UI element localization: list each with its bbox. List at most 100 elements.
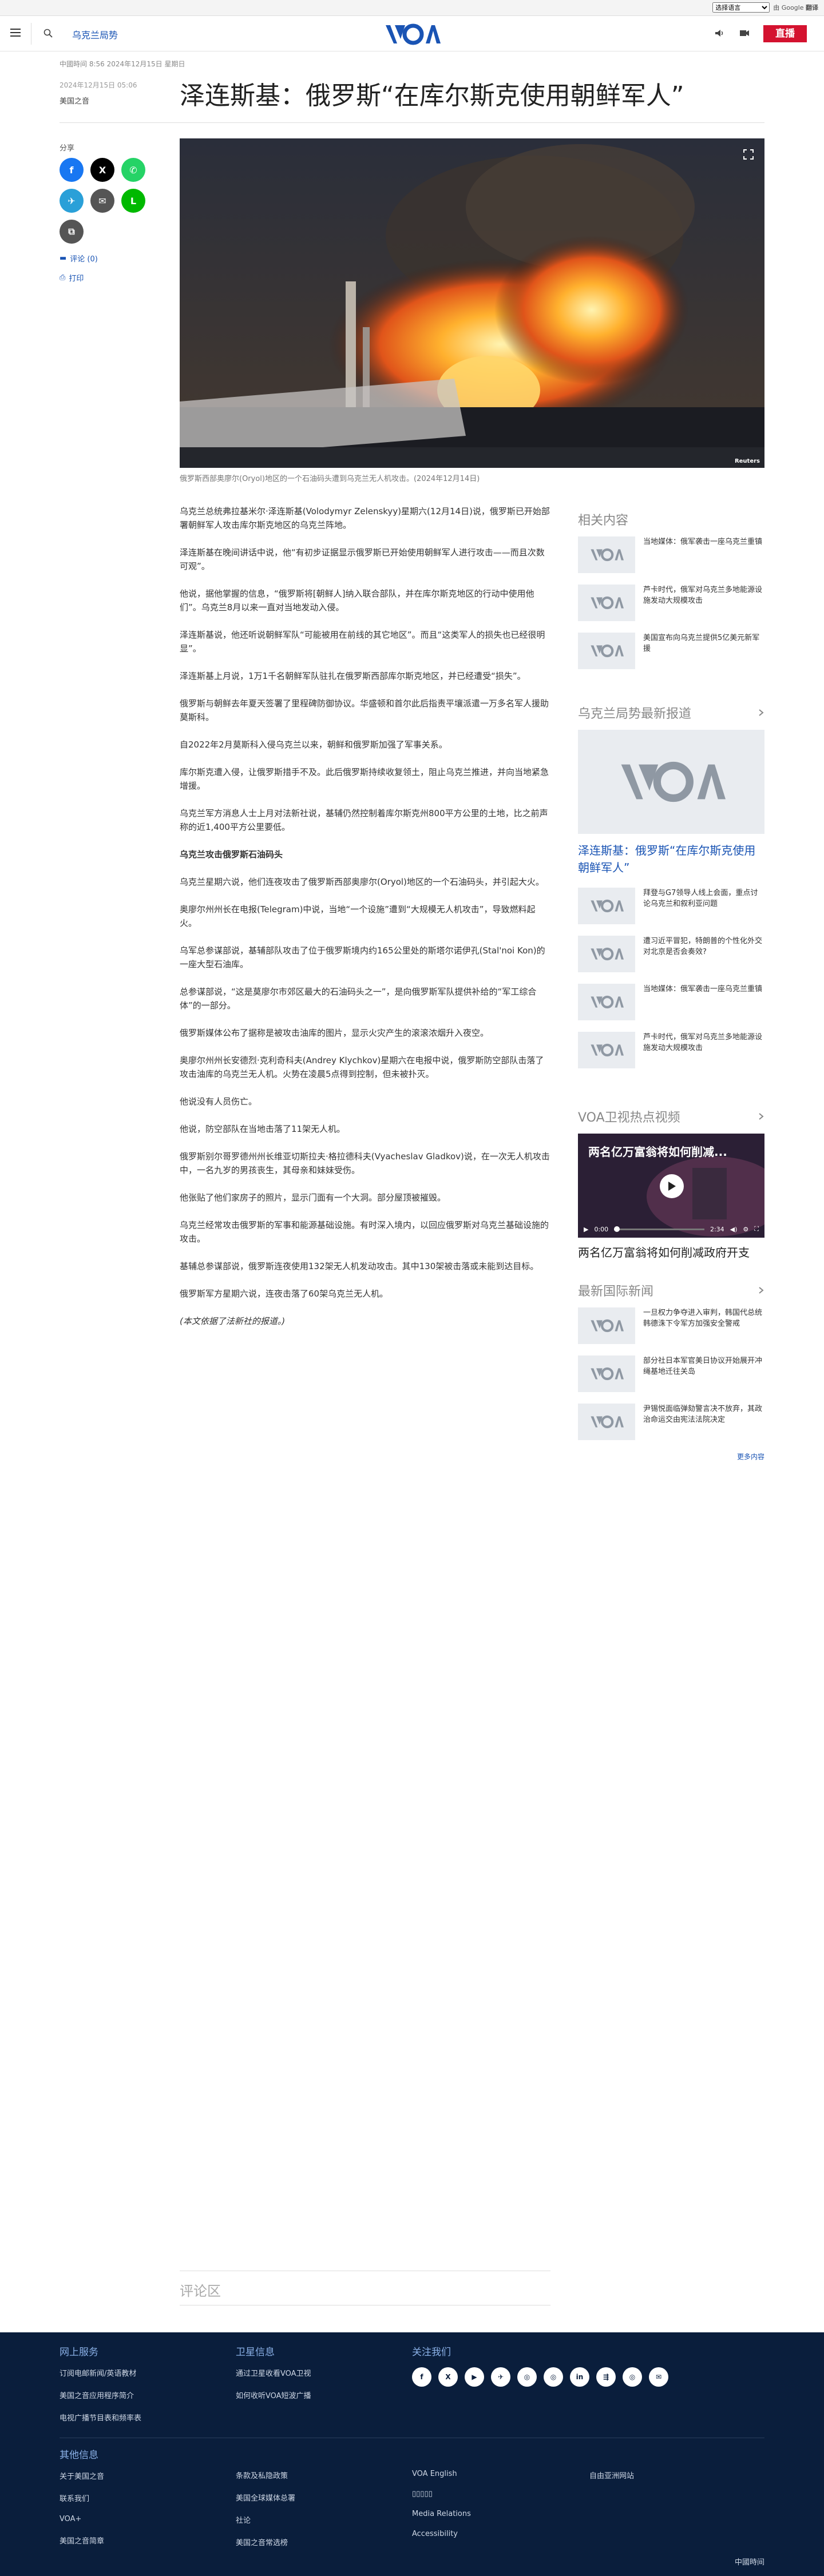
email-icon[interactable]: ✉: [649, 2367, 668, 2387]
threads-icon[interactable]: ◎: [544, 2367, 563, 2387]
footer-link[interactable]: 关于美国之音: [60, 2470, 104, 2481]
article-paragraph: 俄罗斯媒体公布了据称是被攻击油库的图片，显示火灾产生的滚滚浓烟升入夜空。: [180, 1028, 489, 1038]
related-item[interactable]: 当地媒体：俄军袭击一座乌克兰重镇: [578, 536, 764, 573]
footer-link[interactable]: 通过卫星收看VOA卫视: [236, 2367, 311, 2378]
search-icon[interactable]: [43, 29, 53, 38]
latest-item[interactable]: 芦卡时代，俄军对乌克兰多地能源设施发动大规模攻击: [578, 1032, 764, 1068]
related-content: 相关内容 当地媒体：俄军袭击一座乌克兰重镇 芦卡时代，俄军对乌克兰多地能源设施发动…: [578, 510, 764, 681]
voa-placeholder-logo: [591, 1415, 624, 1429]
footer-link[interactable]: VOA+: [60, 2515, 104, 2523]
line-share-button[interactable]: L: [121, 189, 145, 213]
footer-link[interactable]: 条款及私隐政策: [236, 2470, 295, 2480]
thumbnail: [578, 936, 635, 972]
video-section-title[interactable]: VOA卫视热点视频: [578, 1107, 764, 1126]
podcast-icon[interactable]: ◎: [623, 2367, 642, 2387]
x-icon[interactable]: X: [438, 2367, 458, 2387]
related-item[interactable]: 芦卡时代，俄军对乌克兰多地能源设施发动大规模攻击: [578, 585, 764, 621]
latest-feature-title[interactable]: 泽连斯基：俄罗斯“在库尔斯克使用朝鲜军人”: [578, 842, 764, 876]
footer-link[interactable]: 联系我们: [60, 2492, 104, 2503]
article-paragraph: 乌克兰军方消息人士上月对法新社说，基辅仍然控制着库尔斯克州800平方公里的土地，…: [180, 808, 548, 832]
play-small-icon[interactable]: ▶: [584, 1226, 588, 1233]
news-item[interactable]: 部分社日本军官美日协议开始展开冲绳基地迁往关岛: [578, 1355, 764, 1392]
voa-logo[interactable]: [383, 23, 441, 46]
play-icon[interactable]: [660, 1174, 684, 1198]
telegram-share-button[interactable]: ✈: [60, 189, 84, 213]
related-item[interactable]: 美国宣布向乌克兰提供5亿美元新军援: [578, 633, 764, 669]
rss-icon[interactable]: ⇶: [596, 2367, 616, 2387]
whatsapp-share-button[interactable]: ✆: [121, 158, 145, 182]
article-paragraph: 乌克兰总统弗拉基米尔·泽连斯基(Volodymyr Zelenskyy)星期六(…: [180, 506, 550, 530]
video-icon[interactable]: [739, 29, 750, 38]
latest-headline: 芦卡时代，俄军对乌克兰多地能源设施发动大规模攻击: [643, 1033, 763, 1052]
video-scrubber[interactable]: [614, 1226, 704, 1232]
article-paragraph: 他说，据他掌握的信息，“俄罗斯将[朝鲜人]纳入联合部队，并在库尔斯克地区的行动中…: [180, 589, 534, 613]
fullscreen-icon[interactable]: [743, 149, 754, 160]
comments-link[interactable]: ▬ 评论 (0): [60, 253, 98, 264]
footer-time: 中國時间: [734, 2558, 764, 2567]
news-headline: 一旦权力争夺进入审判，韩国代总统韩德洙下令军方加强安全警戒: [643, 1309, 763, 1328]
news-title[interactable]: 最新国际新闻: [578, 1281, 764, 1299]
facebook-icon[interactable]: f: [412, 2367, 431, 2387]
footer-link[interactable]: 美国之音应用程序简介: [60, 2390, 141, 2400]
news-item[interactable]: 一旦权力争夺进入审判，韩国代总统韩德洙下令军方加强安全警戒: [578, 1307, 764, 1344]
video-duration: 2:34: [710, 1225, 724, 1233]
settings-icon[interactable]: ⚙: [743, 1226, 748, 1233]
video-caption[interactable]: 两名亿万富翁将如何削减政府开支: [578, 1243, 764, 1260]
latest-item[interactable]: 遭习近平冒犯，特朗普的个性化外交对北京是否会奏效?: [578, 936, 764, 972]
fullscreen-small-icon[interactable]: ⛶: [754, 1225, 759, 1233]
footer-link[interactable]: 美国之音常选榜: [236, 2537, 295, 2547]
footer-link[interactable]: VOA English: [412, 2470, 471, 2478]
thumbnail: [578, 888, 635, 924]
header-icons: [714, 29, 750, 38]
latest-item[interactable]: 当地媒体：俄军袭击一座乌克兰重镇: [578, 984, 764, 1020]
latest-headline: 遭习近平冒犯，特朗普的个性化外交对北京是否会奏效?: [643, 937, 763, 956]
article-paragraph: 自2022年2月莫斯科入侵乌克兰以来，朝鲜和俄罗斯加强了军事关系。: [180, 740, 447, 750]
footer-link[interactable]: Media Relations: [412, 2510, 471, 2518]
voa-placeholder-logo: [591, 947, 624, 961]
footer-link[interactable]: 如何收听VOA短波广播: [236, 2390, 311, 2400]
article-paragraph: 他张贴了他们家房子的照片，显示门面有一个大洞。部分屋顶被摧毁。: [180, 1192, 446, 1203]
article-paragraph: 总参谋部说，“这是莫廖尔市郊区最大的石油码头之一”，是向俄罗斯军队提供补给的“军…: [180, 987, 537, 1011]
menu-icon[interactable]: [10, 29, 21, 37]
latest-feature-thumb[interactable]: [578, 730, 764, 834]
live-button[interactable]: 直播: [763, 25, 807, 42]
footer-other-col4: 自由亚洲网站: [589, 2470, 634, 2492]
latest-item[interactable]: 拜登与G7领导人线上会面，重点讨论乌克兰和叙利亚问题: [578, 888, 764, 924]
copy-link-button[interactable]: ⧉: [60, 220, 84, 244]
footer-link[interactable]: 电视广播节目表和频率表: [60, 2412, 141, 2423]
comments-section-title: 评论区: [180, 2283, 221, 2299]
footer-link[interactable]: 订阅电邮新闻/英语教材: [60, 2367, 141, 2378]
section-link-ukraine[interactable]: 乌克兰局势: [72, 27, 118, 41]
thumbnail: [578, 1032, 635, 1068]
voa-placeholder-logo: [591, 1367, 624, 1381]
footer-link[interactable]: 社论: [236, 2514, 295, 2525]
youtube-icon[interactable]: ▶: [465, 2367, 484, 2387]
linkedin-icon[interactable]: in: [570, 2367, 589, 2387]
x-share-button[interactable]: X: [90, 158, 114, 182]
facebook-share-button[interactable]: f: [60, 158, 84, 182]
more-link[interactable]: 更多内容: [578, 1452, 764, 1461]
voa-placeholder-logo: [591, 899, 624, 913]
footer-link[interactable]: 美国全球媒体总署: [236, 2492, 295, 2503]
footer-link[interactable]: Accessibility: [412, 2530, 471, 2538]
footer-other-col3: VOA English ▯▯▯▯▯ Media Relations Accessibi…: [412, 2470, 471, 2550]
article-paragraph: 俄罗斯与朝鲜去年夏天签署了里程碑防御协议。华盛顿和首尔此后指责平壤派遣一万多名军…: [180, 698, 549, 722]
volume-icon[interactable]: ◀): [730, 1226, 738, 1233]
article-body: 乌克兰总统弗拉基米尔·泽连斯基(Volodymyr Zelenskyy)星期六(…: [180, 504, 550, 1342]
email-share-button[interactable]: ✉: [90, 189, 114, 213]
footer-heading: 关注我们: [412, 2347, 451, 2358]
footer-link[interactable]: 美国之音简章: [60, 2535, 104, 2546]
language-select[interactable]: 选择语言: [712, 2, 770, 13]
chevron-right-icon: [759, 1113, 764, 1120]
article-paragraph: 泽连斯基说，他还听说朝鲜军队“可能被用在前线的其它地区”。而且“这类军人的损失也…: [180, 630, 545, 654]
latest-title[interactable]: 乌克兰局势最新报道: [578, 703, 764, 722]
telegram-icon[interactable]: ✈: [491, 2367, 510, 2387]
footer-link[interactable]: ▯▯▯▯▯: [412, 2490, 471, 2498]
print-link[interactable]: ⎙ 打印: [60, 272, 84, 283]
news-item[interactable]: 尹锡悦面临弹劾警言决不放弃，其政治命运交由宪法法院决定: [578, 1404, 764, 1440]
audio-icon[interactable]: [714, 29, 724, 38]
news-headline: 尹锡悦面临弹劾警言决不放弃，其政治命运交由宪法法院决定: [643, 1405, 763, 1424]
footer-link[interactable]: 自由亚洲网站: [589, 2470, 634, 2480]
instagram-icon[interactable]: ◎: [517, 2367, 537, 2387]
video-player[interactable]: 两名亿万富翁将如何削减... ▶ 0:00 2:34 ◀) ⚙ ⛶: [578, 1134, 764, 1238]
